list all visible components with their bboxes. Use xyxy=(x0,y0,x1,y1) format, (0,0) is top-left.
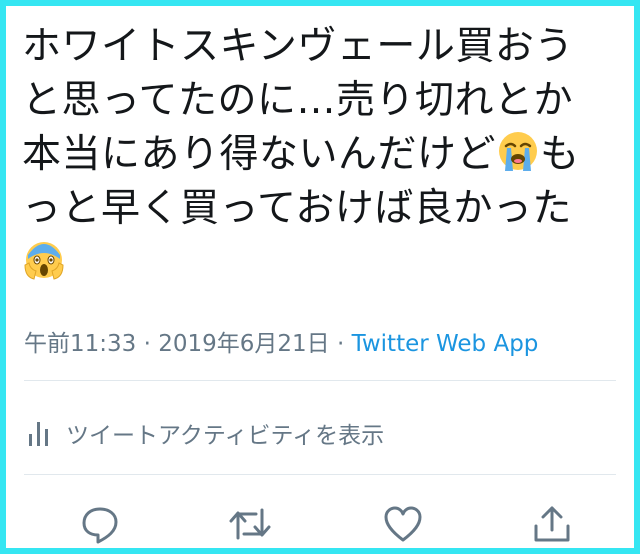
heart-icon xyxy=(384,506,422,542)
share-button[interactable] xyxy=(530,502,574,546)
face-screaming-in-fear-icon xyxy=(24,242,64,280)
reply-icon xyxy=(82,507,118,544)
view-tweet-activity[interactable]: ツイートアクティビティを表示 xyxy=(28,416,384,450)
tweet-text-line-3-end: も xyxy=(540,132,580,177)
tweet-text-line-3: 本当にあり得ないんだけど xyxy=(22,132,497,177)
reply-button[interactable] xyxy=(78,502,122,546)
loudly-crying-face-icon xyxy=(499,132,538,171)
tweet-actions xyxy=(6,502,640,550)
tweet-date[interactable]: 2019年6月21日 xyxy=(158,331,329,357)
share-icon xyxy=(534,506,570,542)
tweet-text-line-1: ホワイトスキンヴェール買おう xyxy=(22,24,574,69)
divider xyxy=(24,380,616,381)
retweet-icon xyxy=(229,508,271,540)
like-button[interactable] xyxy=(381,502,425,546)
activity-label: ツイートアクティビティを表示 xyxy=(66,423,385,449)
tweet-time[interactable]: 午前11:33 xyxy=(24,331,136,357)
retweet-button[interactable] xyxy=(228,502,272,546)
separator-dot: · xyxy=(329,331,352,357)
tweet-source-link[interactable]: Twitter Web App xyxy=(352,331,539,357)
tweet-text: ホワイトスキンヴェール買おう と思ってたのに…売り切れとか 本当にあり得ないんだ… xyxy=(22,20,622,290)
tweet-card: ホワイトスキンヴェール買おう と思ってたのに…売り切れとか 本当にあり得ないんだ… xyxy=(0,0,640,554)
tweet-metadata: 午前11:33 · 2019年6月21日 · Twitter Web App xyxy=(24,324,538,358)
tweet-text-line-4: っと早く買っておけば良かった xyxy=(22,186,572,231)
bar-chart-icon xyxy=(29,422,48,446)
divider xyxy=(24,474,616,475)
separator-dot: · xyxy=(136,331,159,357)
tweet-text-line-2: と思ってたのに…売り切れとか xyxy=(22,78,574,123)
